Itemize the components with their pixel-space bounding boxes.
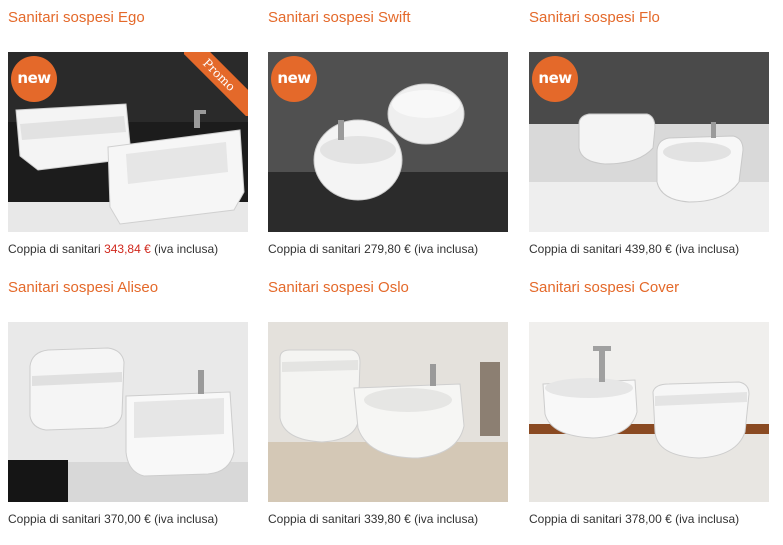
product-image[interactable] [8, 322, 248, 502]
caption-suffix: (iva inclusa) [410, 512, 479, 526]
product-caption: Coppia di sanitari 439,80 € (iva inclusa… [529, 241, 739, 257]
promo-label: Promo [184, 52, 248, 116]
product-caption: Coppia di sanitari 339,80 € (iva inclusa… [268, 511, 478, 527]
new-badge: new [271, 56, 317, 102]
product-caption: Coppia di sanitari 370,00 € (iva inclusa… [8, 511, 218, 527]
product-image[interactable]: new [268, 52, 508, 232]
product-price: 370,00 € [104, 512, 151, 526]
caption-prefix: Coppia di sanitari [8, 242, 105, 256]
caption-suffix: (iva inclusa) [671, 242, 740, 256]
product-title-link[interactable]: Sanitari sospesi Aliseo [8, 278, 158, 298]
caption-prefix: Coppia di sanitari [8, 512, 105, 526]
promo-ribbon: Promo [184, 52, 248, 116]
product-title-link[interactable]: Sanitari sospesi Oslo [268, 278, 409, 298]
caption-prefix: Coppia di sanitari [529, 242, 626, 256]
caption-suffix: (iva inclusa) [410, 242, 479, 256]
product-image[interactable] [268, 322, 508, 502]
product-price: 279,80 € [364, 242, 411, 256]
caption-prefix: Coppia di sanitari [268, 512, 365, 526]
product-price: 439,80 € [625, 242, 672, 256]
product-title-link[interactable]: Sanitari sospesi Swift [268, 8, 411, 28]
product-image[interactable]: new Promo [8, 52, 248, 232]
product-title-link[interactable]: Sanitari sospesi Flo [529, 8, 660, 28]
caption-suffix: (iva inclusa) [150, 512, 219, 526]
product-caption: Coppia di sanitari 279,80 € (iva inclusa… [268, 241, 478, 257]
product-title-link[interactable]: Sanitari sospesi Cover [529, 278, 679, 298]
caption-suffix: (iva inclusa) [671, 512, 740, 526]
caption-suffix: (iva inclusa) [150, 242, 219, 256]
product-price: 343,84 € [104, 242, 151, 256]
product-image[interactable] [529, 322, 769, 502]
product-caption: Coppia di sanitari 343,84 € (iva inclusa… [8, 241, 218, 257]
product-caption: Coppia di sanitari 378,00 € (iva inclusa… [529, 511, 739, 527]
product-price: 339,80 € [364, 512, 411, 526]
product-title-link[interactable]: Sanitari sospesi Ego [8, 8, 145, 28]
product-price: 378,00 € [625, 512, 672, 526]
caption-prefix: Coppia di sanitari [529, 512, 626, 526]
new-badge: new [11, 56, 57, 102]
caption-prefix: Coppia di sanitari [268, 242, 365, 256]
new-badge: new [532, 56, 578, 102]
product-image[interactable]: new [529, 52, 769, 232]
